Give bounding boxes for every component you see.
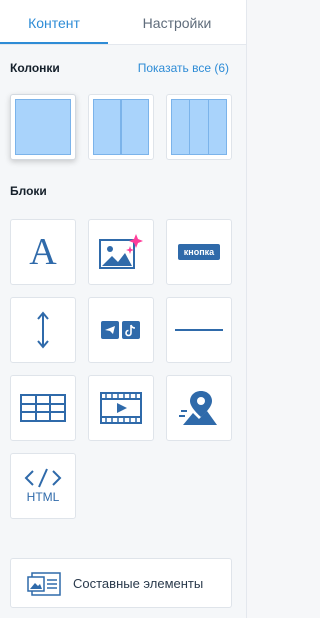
show-all-columns-link[interactable]: Показать все (6) bbox=[138, 61, 229, 75]
video-icon bbox=[100, 392, 142, 424]
block-divider[interactable] bbox=[166, 297, 232, 363]
map-pin-icon bbox=[179, 391, 217, 425]
tab-settings[interactable]: Настройки bbox=[108, 0, 246, 44]
block-video[interactable] bbox=[88, 375, 154, 441]
tabs-divider bbox=[0, 44, 246, 45]
table-icon bbox=[20, 394, 66, 422]
blocks-section-title: Блоки bbox=[10, 184, 47, 198]
panel-tabs: Контент Настройки bbox=[0, 0, 246, 45]
text-icon: A bbox=[29, 231, 57, 273]
image-icon bbox=[99, 234, 143, 269]
two-columns-icon bbox=[93, 99, 149, 155]
button-block-label: кнопка bbox=[177, 244, 221, 260]
block-html[interactable]: HTML bbox=[10, 453, 76, 519]
block-button[interactable]: кнопка bbox=[166, 219, 232, 285]
horizontal-line-icon bbox=[175, 329, 223, 331]
columns-section-title: Колонки bbox=[10, 61, 60, 75]
block-text[interactable]: A bbox=[10, 219, 76, 285]
html-block-label: HTML bbox=[26, 490, 60, 504]
composite-elements-label: Составные элементы bbox=[73, 576, 204, 591]
three-columns-icon bbox=[171, 99, 227, 155]
composite-elements-icon bbox=[27, 572, 61, 596]
block-spacer[interactable] bbox=[10, 297, 76, 363]
tab-content[interactable]: Контент bbox=[0, 0, 108, 44]
composite-elements-button[interactable]: Составные элементы bbox=[10, 558, 232, 608]
block-social[interactable] bbox=[88, 297, 154, 363]
social-icons-icon bbox=[101, 321, 140, 339]
block-map[interactable] bbox=[166, 375, 232, 441]
column-layout-3[interactable] bbox=[166, 94, 232, 160]
content-panel: Контент Настройки Колонки Показать все (… bbox=[0, 0, 247, 618]
vertical-resize-icon bbox=[37, 311, 49, 349]
block-table[interactable] bbox=[10, 375, 76, 441]
code-brackets-icon bbox=[24, 468, 62, 488]
html-icon: HTML bbox=[23, 468, 63, 504]
column-layout-1[interactable] bbox=[10, 94, 76, 160]
one-column-icon bbox=[15, 99, 71, 155]
block-image[interactable] bbox=[88, 219, 154, 285]
column-layout-2[interactable] bbox=[88, 94, 154, 160]
